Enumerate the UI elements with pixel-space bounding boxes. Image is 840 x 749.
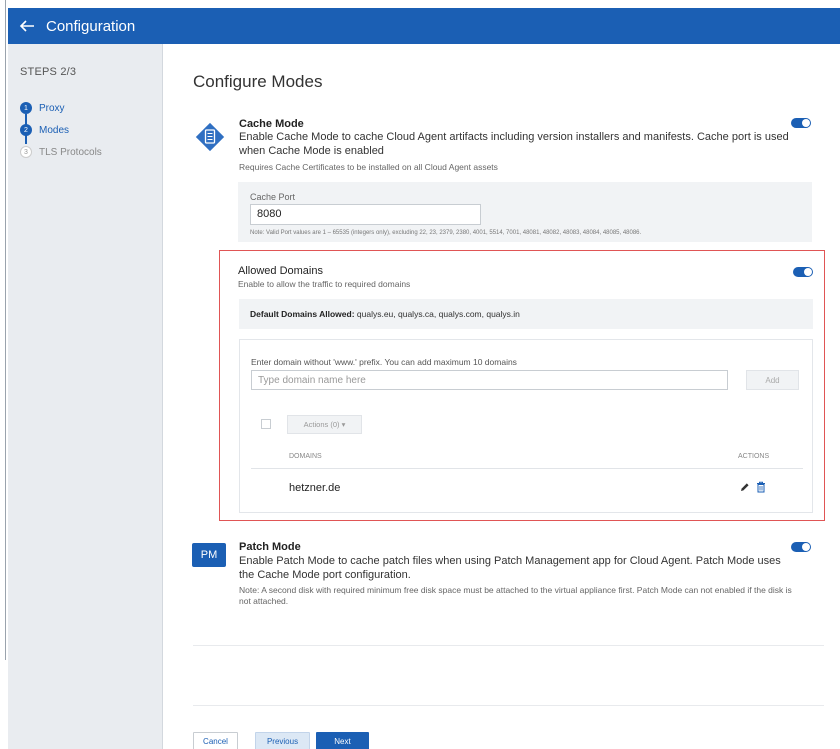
column-header-actions: ACTIONS [738, 453, 770, 460]
step-label: Proxy [39, 102, 65, 114]
domain-input[interactable]: Type domain name here [251, 370, 728, 390]
table-divider [251, 468, 803, 469]
trash-icon[interactable] [756, 481, 766, 493]
steps-sidebar: STEPS 2/3 1 Proxy 2 Modes 3 TLS Protocol… [8, 44, 163, 749]
top-bar: Configuration [8, 8, 840, 44]
patch-mode-toggle[interactable] [791, 542, 811, 552]
left-edge [0, 0, 8, 749]
allowed-domains-title: Allowed Domains [238, 265, 323, 277]
step-proxy[interactable]: 1 Proxy [20, 102, 65, 114]
patch-mode-note: Note: A second disk with required minimu… [239, 585, 792, 606]
step-label: TLS Protocols [39, 146, 102, 158]
allowed-domains-description: Enable to allow the traffic to required … [238, 279, 411, 289]
domain-entry-box: Enter domain without 'www.' prefix. You … [239, 339, 813, 513]
step-label: Modes [39, 124, 70, 136]
edit-icon[interactable] [740, 482, 750, 492]
cancel-button[interactable]: Cancel [193, 732, 238, 749]
cache-mode-toggle[interactable] [791, 118, 811, 128]
step-number: 2 [20, 124, 32, 136]
default-domains-label: Default Domains Allowed: [250, 309, 355, 319]
next-button[interactable]: Next [316, 732, 369, 749]
page-header-title: Configuration [46, 17, 136, 35]
step-modes[interactable]: 2 Modes [20, 124, 69, 136]
allowed-domains-toggle[interactable] [793, 267, 813, 277]
column-header-domains: DOMAINS [289, 453, 322, 460]
patch-mode-title: Patch Mode [239, 541, 301, 553]
domain-hint: Enter domain without 'www.' prefix. You … [251, 357, 517, 367]
default-domains-strip: Default Domains Allowed: qualys.eu, qual… [239, 299, 813, 329]
cache-mode-description: Enable Cache Mode to cache Cloud Agent a… [239, 131, 789, 157]
step-number: 3 [20, 146, 32, 158]
select-all-checkbox[interactable] [261, 419, 271, 429]
steps-counter: STEPS 2/3 [20, 66, 77, 78]
patch-mode-badge: PM [192, 543, 226, 567]
cache-port-box: Cache Port 8080 Note: Valid Port values … [238, 182, 812, 242]
cache-port-note: Note: Valid Port values are 1 – 65535 (i… [250, 230, 642, 236]
patch-mode-description: Enable Patch Mode to cache patch files w… [239, 555, 781, 581]
footer-divider [193, 705, 824, 706]
main-content: Configure Modes Cache Mode Enable Cache … [163, 44, 840, 749]
step-number: 1 [20, 102, 32, 114]
cache-mode-title: Cache Mode [239, 118, 304, 130]
edge-line [5, 0, 6, 660]
cache-mode-requirement: Requires Cache Certificates to be instal… [239, 162, 498, 172]
add-domain-button[interactable]: Add [746, 370, 799, 390]
previous-button[interactable]: Previous [255, 732, 310, 749]
back-arrow-icon[interactable] [18, 17, 36, 35]
default-domains-value: qualys.eu, qualys.ca, qualys.com, qualys… [354, 309, 520, 319]
cache-mode-icon [195, 122, 225, 152]
step-tls-protocols[interactable]: 3 TLS Protocols [20, 146, 102, 158]
page-title: Configure Modes [193, 72, 323, 91]
actions-dropdown[interactable]: Actions (0) ▾ [287, 415, 362, 434]
allowed-domains-panel: Allowed Domains Enable to allow the traf… [219, 250, 825, 521]
section-divider [193, 645, 824, 646]
cache-port-input[interactable]: 8080 [250, 204, 481, 225]
cache-port-label: Cache Port [250, 192, 296, 202]
table-row-domain: hetzner.de [289, 482, 341, 494]
